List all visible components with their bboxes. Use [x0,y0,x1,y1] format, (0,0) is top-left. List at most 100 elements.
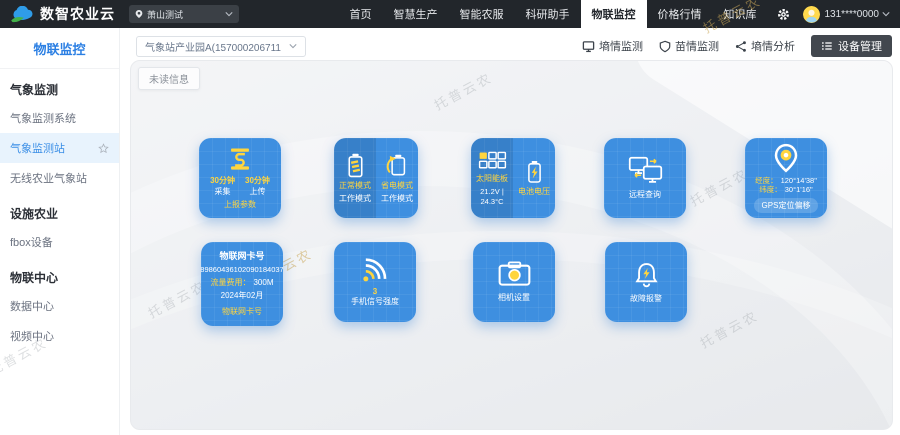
collect-interval-label: 采集 [210,187,235,197]
card-signal-strength[interactable]: 3 手机信号强度 [334,242,416,322]
sidebar-item-fbox-device[interactable]: fbox设备 [0,227,119,257]
watermark: 托普云农 [696,305,761,352]
shield-icon [659,40,671,53]
card-title: 手机信号强度 [351,297,399,307]
card-title: 远程查询 [629,190,661,200]
avatar[interactable] [803,6,820,23]
card-fault-alarm[interactable]: 故障报警 [605,242,687,322]
card-camera-settings[interactable]: 相机设置 [473,242,555,322]
camera-icon [498,261,531,286]
mode-sub: 工作模式 [381,194,413,204]
manage-button-label: 设备管理 [838,38,882,54]
gear-icon[interactable] [768,0,799,28]
nav-item-knowledge-base[interactable]: 知识库 [713,0,768,28]
solar-panel-icon [478,150,507,171]
sidebar-section-iot-center: 物联中心 [0,257,119,291]
watermark: 托普云农 [144,275,209,322]
user-name[interactable]: 131****0000 [825,9,880,20]
sidebar-item-label: fbox设备 [10,234,53,250]
dual-monitor-icon [628,156,663,184]
sidebar-item-weather-system[interactable]: 气象监测系统 [0,103,119,133]
sidebar-section-facility-agriculture: 设施农业 [0,193,119,227]
soil-moisture-monitor-button[interactable]: 墒情监测 [582,38,643,54]
star-icon[interactable] [98,143,109,154]
nav-item-smart-production[interactable]: 智慧生产 [383,0,449,28]
mode-title: 省电模式 [381,181,413,191]
seedling-monitor-button[interactable]: 苗情监测 [659,38,719,54]
card-power-status[interactable]: 太阳能板 21.2V | 24.3°C 电池电压 [471,138,555,218]
toolbar-action-label: 墒情监测 [599,38,643,54]
sidebar-item-label: 视频中心 [10,328,54,344]
sidebar-item-video-center[interactable]: 视频中心 [0,321,119,351]
sidebar-item-label: 气象监测站 [10,140,65,156]
battery-refresh-icon [386,153,409,178]
app-logo-icon [10,6,34,23]
card-sim-number[interactable]: 物联网卡号 89860436102090184037 流量费用： 300M 20… [201,242,283,326]
mode-title: 正常模式 [339,181,371,191]
location-select[interactable]: 萧山测试 [129,5,239,23]
data-exchange-icon [226,146,254,172]
alarm-bell-icon [634,261,659,289]
toolbar: 气象站产业园A(157000206711 墒情监测 苗情监测 [120,28,900,60]
nav-links: 首页 智慧生产 智能农服 科研助手 物联监控 价格行情 知识库 131****0… [339,0,895,28]
sidebar-section-weather-monitoring: 气象监测 [0,69,119,103]
sidebar-item-label: 无线农业气象站 [10,170,87,186]
sim-footer: 物联网卡号 [222,307,262,317]
collect-interval-value: 30分钟 [210,176,235,186]
content-panel: 托普云农 托普云农 托普云农 托普云农 托普云农 未读信息 30分钟 采集 3 [130,60,893,430]
sidebar-title: 物联监控 [0,28,119,69]
chevron-down-icon [225,11,233,17]
card-gps-location[interactable]: 经度： 120°14'38" 纬度： 30°1'16" GPS定位偏移 [745,138,827,218]
solar-title: 太阳能板 [476,174,508,184]
card-remote-query[interactable]: 远程查询 [604,138,686,218]
eco-mode-half[interactable]: 省电模式 工作模式 [376,138,418,218]
toolbar-actions: 墒情监测 苗情监测 墒情分析 设备管理 [582,35,892,57]
location-pin-icon [773,143,799,173]
chevron-down-icon [289,43,297,49]
sidebar-item-data-center[interactable]: 数据中心 [0,291,119,321]
sim-date: 2024年02月 [221,291,264,301]
monitor-icon [582,40,595,53]
report-intervals: 30分钟 采集 30分钟 上传 [210,176,270,197]
sidebar: 物联监控 气象监测 气象监测系统 气象监测站 无线农业气象站 设施农业 fbox… [0,28,120,435]
moisture-analysis-button[interactable]: 墒情分析 [735,38,795,54]
data-usage-value: 300M [253,278,273,288]
battery-title: 电池电压 [518,187,550,197]
nav-item-price-quotes[interactable]: 价格行情 [647,0,713,28]
sidebar-item-wireless-ag-station[interactable]: 无线农业气象站 [0,163,119,193]
battery-voltage-half[interactable]: 电池电压 [513,138,555,218]
toolbar-action-label: 墒情分析 [751,38,795,54]
latitude-label: 纬度： [759,185,782,194]
watermark: 托普云农 [686,163,751,210]
battery-icon [346,153,365,178]
longitude-label: 经度： [755,176,778,185]
chevron-down-icon[interactable] [882,11,894,17]
solar-panel-half[interactable]: 太阳能板 21.2V | 24.3°C [471,138,513,218]
nav-item-smart-service[interactable]: 智能农服 [449,0,515,28]
gps-offset-button[interactable]: GPS定位偏移 [754,198,819,213]
card-title: 上报参数 [224,200,256,210]
card-work-mode[interactable]: 正常模式 工作模式 省电模式 工作模式 [334,138,418,218]
nav-item-iot-monitoring[interactable]: 物联监控 [581,0,647,28]
wifi-signal-icon [360,258,390,283]
longitude-value: 120°14'38" [781,176,817,185]
top-navbar: 数智农业云 萧山测试 托普云农 首页 智慧生产 智能农服 科研助手 物联监控 价… [0,0,900,28]
device-manage-button[interactable]: 设备管理 [811,35,892,57]
nav-item-research-assistant[interactable]: 科研助手 [515,0,581,28]
sidebar-item-weather-station[interactable]: 气象监测站 [0,133,119,163]
main-area: 气象站产业园A(157000206711 墒情监测 苗情监测 [120,28,900,435]
latitude-value: 30°1'16" [785,185,813,194]
battery-bolt-icon [524,159,545,184]
toolbar-action-label: 苗情监测 [675,38,719,54]
nav-item-home[interactable]: 首页 [339,0,383,28]
card-report-params[interactable]: 30分钟 采集 30分钟 上传 上报参数 [199,138,281,218]
sidebar-item-label: 气象监测系统 [10,110,76,126]
share-icon [735,40,747,53]
normal-mode-half[interactable]: 正常模式 工作模式 [334,138,376,218]
sim-number: 89860436102090184037 [201,265,283,274]
mode-sub: 工作模式 [339,194,371,204]
card-title: 相机设置 [498,293,530,303]
signal-value: 3 [373,287,377,297]
device-select[interactable]: 气象站产业园A(157000206711 [136,36,306,57]
data-usage-label: 流量费用： [210,278,250,288]
